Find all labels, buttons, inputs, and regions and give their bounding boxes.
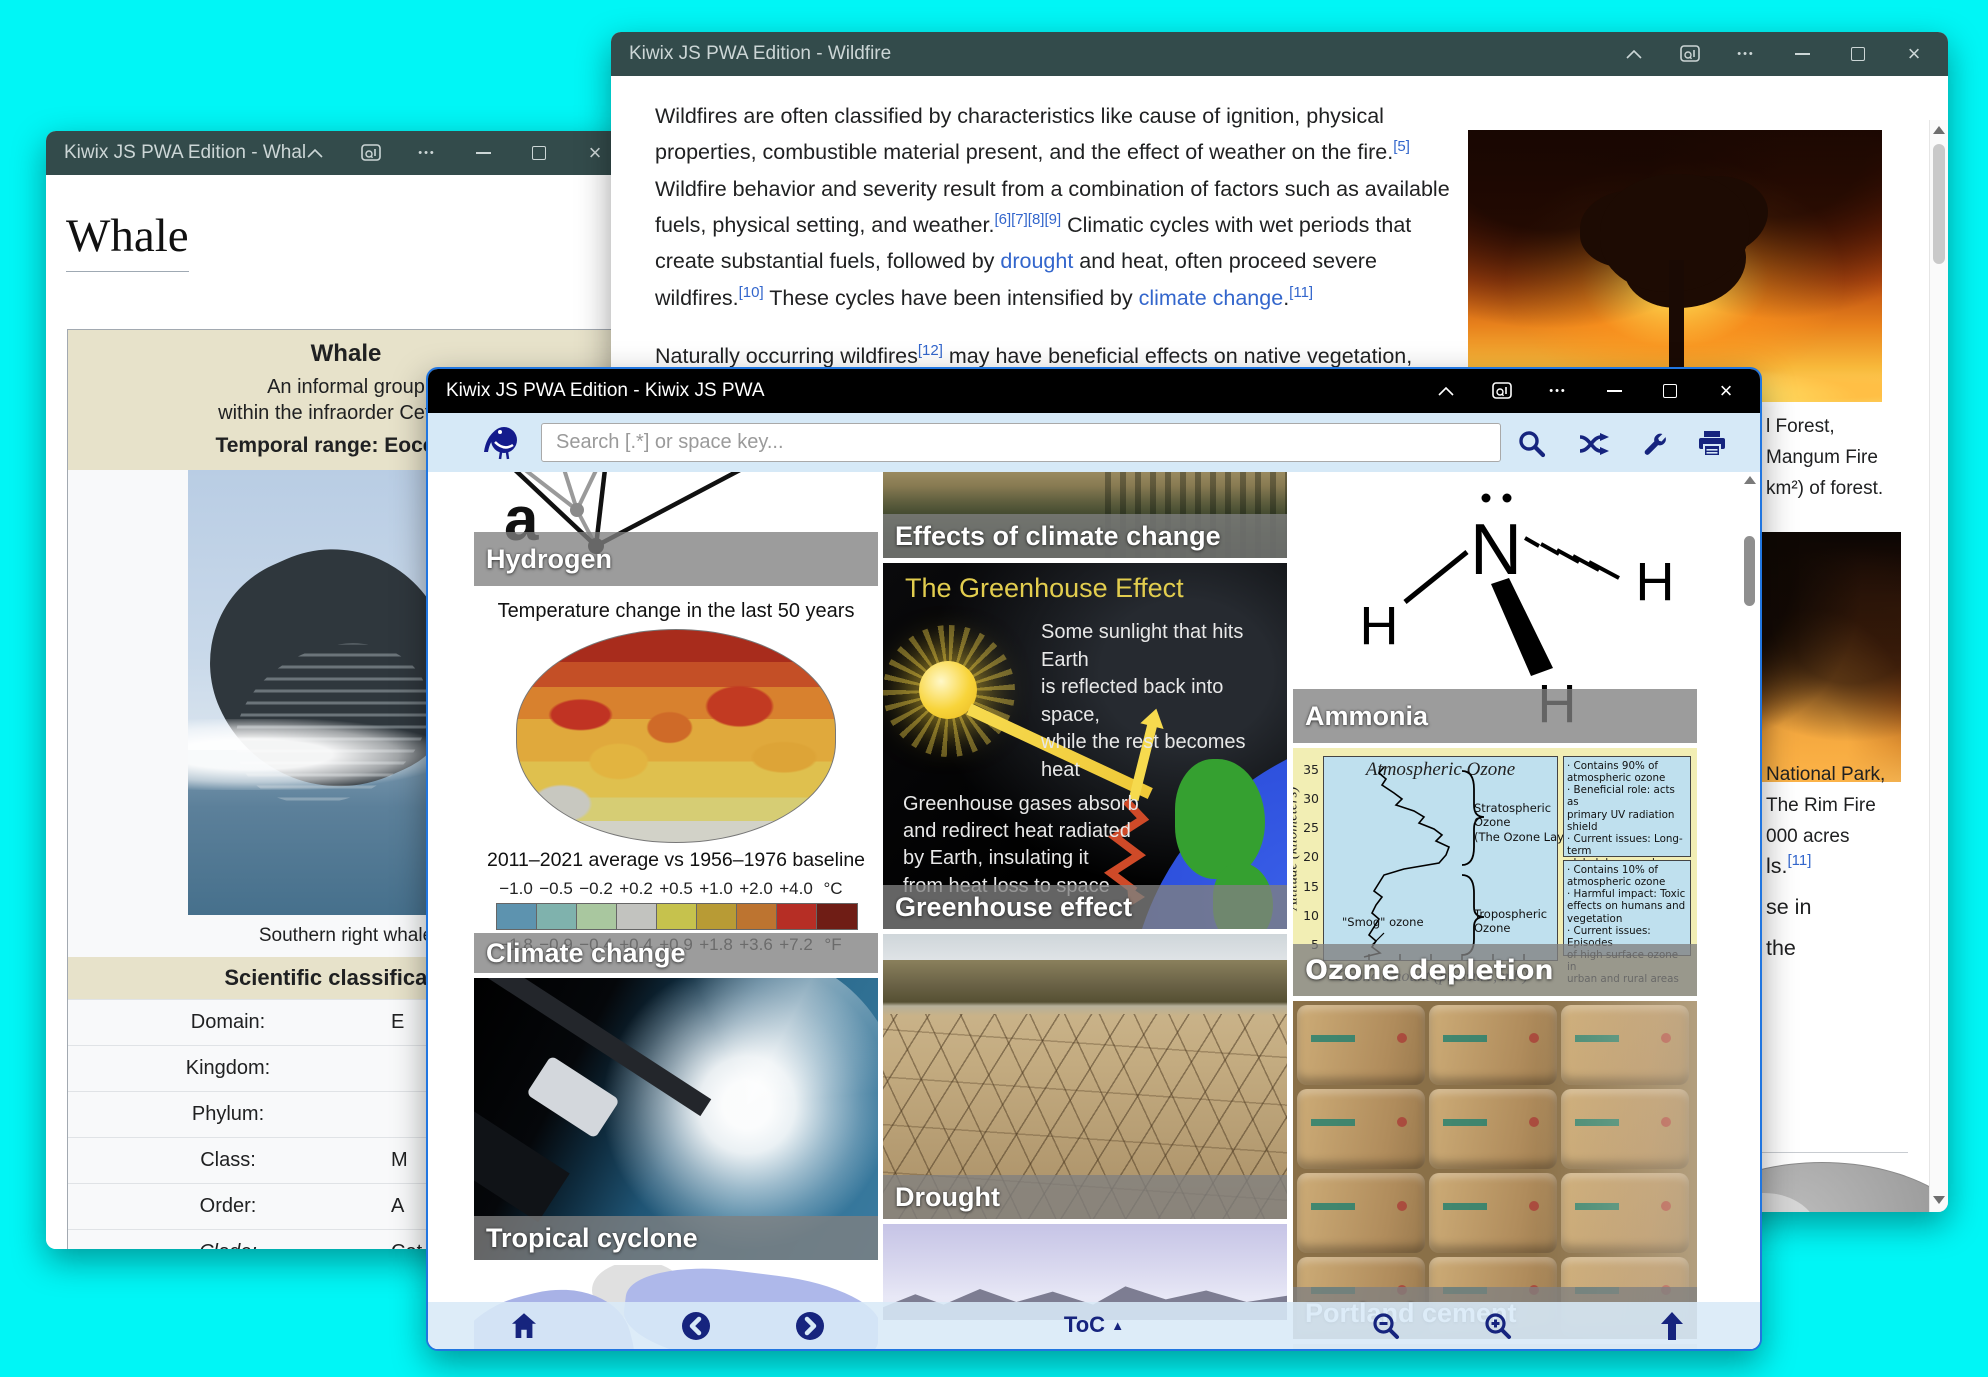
tile-tropical-cyclone[interactable]: Tropical cyclone (474, 978, 878, 1260)
minimize-button[interactable] (1792, 44, 1812, 64)
tile-caption: Drought (883, 1175, 1287, 1219)
tile-caption: Hydrogen (474, 532, 878, 586)
zoom-out-icon[interactable] (1370, 1310, 1402, 1342)
chevron-up-icon: ▲ (1111, 1318, 1125, 1333)
color-scale (496, 903, 858, 930)
article-tile-grid: a Hydrogen Temperature change in the las… (428, 472, 1760, 1349)
map-title: Temperature change in the last 50 years (497, 600, 855, 622)
map-subtitle: 2011–2021 average vs 1956–1976 baseline (486, 849, 866, 871)
celsius-scale: −1.0 −0.5 −0.2 +0.2 +0.5 +1.0 +2.0 +4.0 °C (499, 879, 843, 898)
minimize-button[interactable] (473, 143, 493, 163)
reference-link[interactable]: [5] (1393, 138, 1410, 155)
kiwix-logo-icon[interactable] (480, 419, 524, 466)
svg-text:N: N (1470, 510, 1522, 590)
tile-caption: Effects of climate change (883, 514, 1287, 558)
page-title: Whale (66, 209, 189, 272)
app-header (428, 413, 1760, 472)
tile-hydrogen[interactable]: a Hydrogen (474, 472, 878, 586)
tile-drought[interactable]: Drought (883, 934, 1287, 1219)
tile-caption: Ozone depletion (1293, 944, 1697, 996)
scrollbar-thumb[interactable] (1933, 144, 1945, 264)
tile-ammonia[interactable]: N H H H Ammonia (1293, 472, 1697, 743)
search-input[interactable] (541, 423, 1501, 462)
y-axis-ticks: 3530252015105 (1303, 762, 1319, 952)
tile-effects-of-climate-change[interactable]: Effects of climate change (883, 472, 1287, 558)
random-article-icon[interactable] (1578, 428, 1610, 460)
wildfire-titlebar: Kiwix JS PWA Edition - Wildfire ••• × (611, 32, 1948, 76)
tile-climate-change[interactable]: Temperature change in the last 50 years … (474, 591, 878, 973)
temperature-anomaly-map (516, 629, 836, 843)
maximize-button[interactable] (529, 143, 549, 163)
scrollbar[interactable] (1742, 472, 1758, 1349)
reference-link[interactable]: [11] (1788, 852, 1812, 869)
tile-caption: Climate change (474, 933, 878, 973)
close-button[interactable]: × (1904, 43, 1924, 65)
tile-caption: Greenhouse effect (883, 885, 1287, 929)
tile-greenhouse-effect[interactable]: The Greenhouse Effect Some sunlight that… (883, 563, 1287, 929)
popout-search-icon[interactable] (1492, 381, 1512, 401)
popout-search-icon[interactable] (361, 143, 381, 163)
paragraph: Wildfires are often classified by charac… (655, 104, 1450, 310)
reference-link[interactable]: [6][7][8][9] (994, 211, 1061, 228)
infobox-title: Whale (310, 340, 382, 367)
reference-link[interactable]: [12] (918, 342, 943, 359)
chevron-up-icon[interactable] (305, 143, 325, 163)
print-icon[interactable] (1696, 428, 1728, 460)
drought-link[interactable]: drought (1000, 249, 1073, 273)
maximize-button[interactable] (1660, 381, 1680, 401)
scrollbar[interactable] (1929, 120, 1948, 1212)
scroll-top-icon[interactable] (1656, 1310, 1688, 1342)
reference-link[interactable]: [11] (1289, 283, 1313, 300)
bottom-toolbar: ToC ▲ (428, 1302, 1760, 1349)
diagram-text: Greenhouse gases absorb and redirect hea… (903, 793, 1139, 897)
svg-text:H: H (1360, 596, 1399, 656)
scroll-up-arrow[interactable] (1933, 126, 1945, 134)
tile-ozone-depletion[interactable]: Atmospheric Ozone Stratospheric Ozone (T… (1293, 748, 1697, 996)
tile-portland-cement[interactable]: Portland cement (1293, 1001, 1697, 1339)
minimize-button[interactable] (1604, 381, 1624, 401)
desktop: { "icons": { "close": "×", "ellipsis": "… (0, 0, 1988, 1377)
wildfire-window-title: Kiwix JS PWA Edition - Wildfire (629, 43, 892, 64)
maximize-button[interactable] (1848, 44, 1868, 64)
ellipsis-icon[interactable]: ••• (417, 143, 437, 163)
reference-link[interactable]: [10] (739, 283, 764, 300)
library-titlebar: Kiwix JS PWA Edition - Kiwix JS PWA ••• … (428, 369, 1760, 413)
whale-window-title: Kiwix JS PWA Edition - Whale (64, 142, 305, 163)
library-window-title: Kiwix JS PWA Edition - Kiwix JS PWA (446, 380, 765, 401)
library-window: Kiwix JS PWA Edition - Kiwix JS PWA ••• … (426, 367, 1762, 1351)
tile-caption: Tropical cyclone (474, 1216, 878, 1260)
tropospheric-info-box: · Contains 10% of atmospheric ozone · Ha… (1563, 860, 1691, 985)
chevron-up-icon[interactable] (1436, 381, 1456, 401)
scrollbar-thumb[interactable] (1744, 536, 1755, 606)
zoom-in-icon[interactable] (1482, 1310, 1514, 1342)
diagram-text: Some sunlight that hits Earth is reflect… (1041, 621, 1246, 781)
climate-change-link[interactable]: climate change (1139, 286, 1284, 310)
scroll-down-arrow[interactable] (1933, 1196, 1945, 1204)
tile-caption: Ammonia (1293, 689, 1697, 743)
smog-label: "Smog" ozone (1342, 915, 1424, 929)
chevron-up-icon[interactable] (1624, 44, 1644, 64)
search-icon[interactable] (1516, 428, 1548, 460)
stratospheric-info-box: · Contains 90% of atmospheric ozone · Be… (1563, 756, 1691, 918)
ellipsis-icon[interactable]: ••• (1736, 44, 1756, 64)
popout-search-icon[interactable] (1680, 44, 1700, 64)
image-caption: National Park, The Rim Fire 000 acres (1766, 764, 1886, 847)
close-button[interactable]: × (585, 142, 605, 164)
scroll-up-arrow[interactable] (1744, 476, 1756, 484)
image-caption: l Forest, Mangum Fire km²) of forest. (1766, 416, 1884, 499)
settings-wrench-icon[interactable] (1638, 428, 1670, 460)
toc-button[interactable]: ToC ▲ (428, 1312, 1760, 1338)
ellipsis-icon[interactable]: ••• (1548, 381, 1568, 401)
wildfire-image[interactable] (1468, 130, 1882, 402)
whale-titlebar: Kiwix JS PWA Edition - Whale ••• × (46, 131, 629, 175)
ozone-chart: Atmospheric Ozone Stratospheric Ozone (T… (1323, 756, 1580, 961)
svg-text:H: H (1636, 552, 1675, 612)
clipped-text-fragments: ls.[11] se in the (1766, 851, 1812, 960)
close-button[interactable]: × (1716, 380, 1736, 402)
